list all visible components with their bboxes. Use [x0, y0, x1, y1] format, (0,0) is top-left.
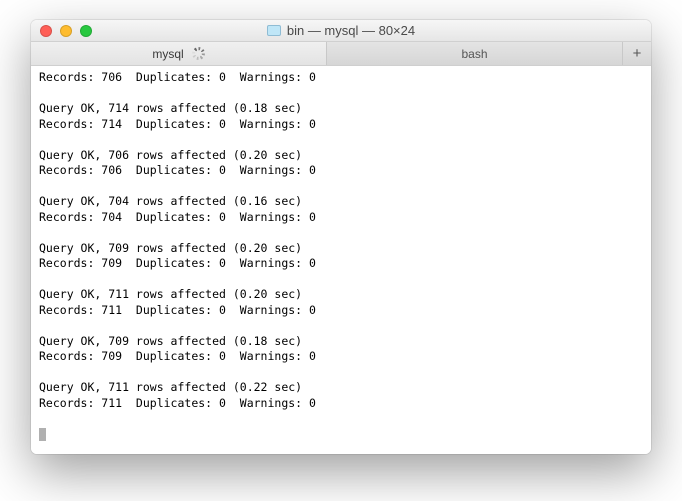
- plus-icon: +: [633, 45, 642, 62]
- tab-label: bash: [461, 47, 487, 61]
- tab-bash[interactable]: bash: [327, 42, 623, 65]
- window-controls: [31, 25, 92, 37]
- terminal-output[interactable]: Records: 706 Duplicates: 0 Warnings: 0 Q…: [31, 66, 651, 454]
- titlebar[interactable]: bin — mysql — 80×24: [31, 20, 651, 42]
- tab-bar: mysql bash +: [31, 42, 651, 66]
- window-title: bin — mysql — 80×24: [31, 23, 651, 38]
- window-title-text: bin — mysql — 80×24: [287, 23, 415, 38]
- terminal-window: bin — mysql — 80×24 mysql bash + Records…: [31, 20, 651, 454]
- zoom-icon[interactable]: [80, 25, 92, 37]
- new-tab-button[interactable]: +: [623, 42, 651, 65]
- folder-icon: [267, 25, 281, 36]
- tab-mysql[interactable]: mysql: [31, 42, 327, 65]
- minimize-icon[interactable]: [60, 25, 72, 37]
- spinner-icon: [192, 47, 205, 60]
- close-icon[interactable]: [40, 25, 52, 37]
- tab-label: mysql: [152, 47, 183, 61]
- cursor: [39, 428, 46, 441]
